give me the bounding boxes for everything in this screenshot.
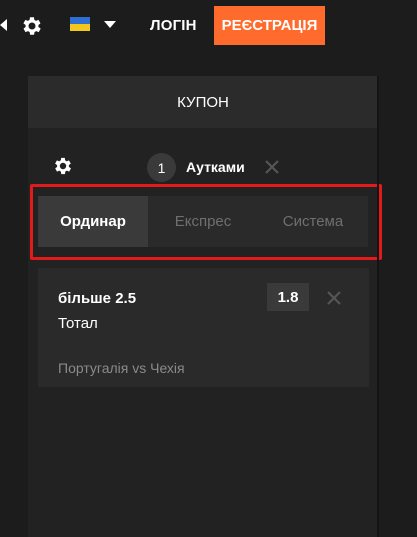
- top-bar: ЛОГІН РЕЄСТРАЦІЯ: [0, 0, 417, 52]
- bet-market: Тотал: [58, 315, 98, 332]
- bet-type-tabs: Ординар Експрес Система: [38, 196, 368, 247]
- register-button[interactable]: РЕЄСТРАЦІЯ: [214, 6, 325, 45]
- coupon-title: КУПОН: [28, 76, 378, 128]
- bet-match: Португалія vs Чехія: [58, 360, 185, 376]
- coupon-settings-row: 1 Аутками: [28, 151, 378, 183]
- remove-bet-icon[interactable]: [326, 290, 342, 306]
- bet-card: більше 2.5 Тотал Португалія vs Чехія 1.8: [38, 268, 369, 387]
- language-flag-icon[interactable]: [70, 17, 90, 31]
- login-link[interactable]: ЛОГІН: [150, 17, 197, 34]
- panel-divider: [377, 76, 379, 537]
- gear-icon[interactable]: [20, 14, 44, 38]
- odds-badge: 1.8: [267, 283, 309, 311]
- selection-name: Аутками: [186, 159, 245, 175]
- close-icon[interactable]: [264, 159, 280, 175]
- settings-gear-icon[interactable]: [52, 155, 74, 177]
- chevron-down-icon[interactable]: [104, 21, 116, 28]
- tab-single[interactable]: Ординар: [38, 196, 148, 247]
- selection-count-badge: 1: [147, 153, 176, 182]
- tab-system[interactable]: Система: [258, 196, 368, 247]
- coupon-panel: КУПОН 1 Аутками Ординар Експрес Система …: [28, 76, 382, 537]
- page: ЛОГІН РЕЄСТРАЦІЯ КУПОН 1 Аутками Ординар…: [0, 0, 417, 537]
- back-arrow-icon[interactable]: [0, 19, 7, 31]
- bet-selection: більше 2.5: [58, 290, 137, 307]
- tab-express[interactable]: Експрес: [148, 196, 258, 247]
